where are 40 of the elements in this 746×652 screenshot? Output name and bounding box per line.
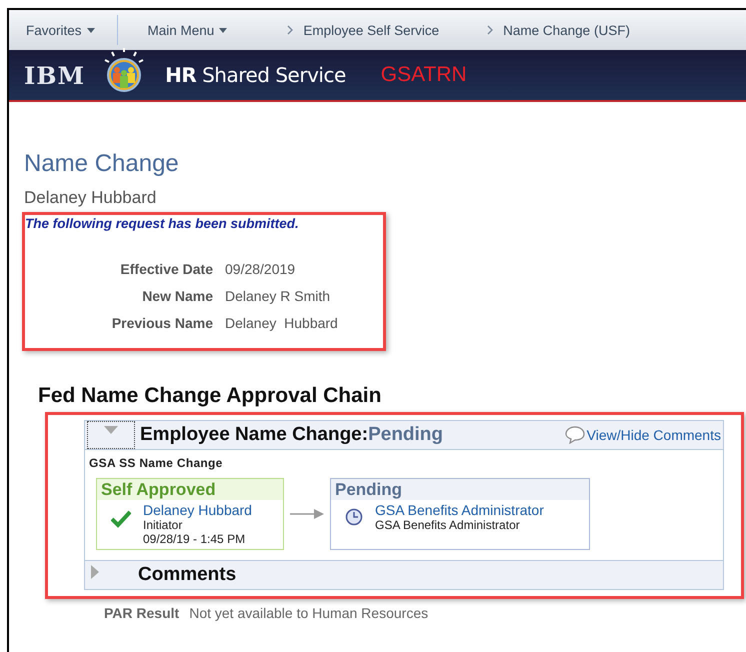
approval-status: Pending: [368, 424, 444, 446]
clock-icon: [345, 508, 363, 526]
step-status: Pending: [331, 479, 589, 500]
confirmation-message: The following request has been submitted.: [25, 216, 300, 231]
field-label: Previous Name: [110, 315, 213, 331]
logo: IBM: [24, 60, 86, 90]
chevron-icon: [287, 25, 294, 35]
chevron-icon: [487, 25, 494, 35]
menu-button[interactable]: Main Menu: [148, 22, 228, 38]
menu-button[interactable]: Favorites: [26, 22, 95, 38]
section-heading: Fed Name Change Approval Chain: [38, 384, 382, 408]
field-label: PAR Result: [104, 605, 180, 621]
field-value: Delaney Hubbard: [225, 315, 339, 331]
approver-link[interactable]: Delaney Hubbard: [143, 502, 252, 518]
field-value: Not yet available to Human Resources: [189, 605, 428, 621]
comments-heading: Comments: [138, 564, 236, 586]
step-status: Self Approved: [97, 479, 283, 500]
approver-role: GSA Benefits Administrator: [375, 518, 521, 532]
page-title: Name Change: [24, 150, 180, 178]
employee-name: Delaney Hubbard: [24, 188, 158, 208]
collapse-button[interactable]: [87, 421, 135, 449]
approver-link[interactable]: GSA Benefits Administrator: [375, 502, 544, 518]
approver-role: Initiator: [143, 518, 184, 532]
checkmark-icon: [111, 510, 131, 528]
approval-time: 09/28/19 - 1:45 PM: [143, 532, 246, 546]
field-label: Effective Date: [119, 261, 213, 277]
environment-label: GSATRN: [380, 63, 467, 87]
approval-title: Employee Name Change:: [140, 424, 368, 446]
chain-name: GSA SS Name Change: [89, 456, 224, 470]
caret-icon: [219, 28, 228, 32]
field-value: 09/28/2019: [225, 261, 296, 277]
arrow-icon: [290, 508, 324, 520]
breadcrumb-link[interactable]: Employee Self Service: [303, 22, 440, 38]
field-label: New Name: [141, 288, 213, 304]
speech-bubble-icon: [564, 426, 585, 444]
brand-title: HR Shared Service: [165, 63, 346, 87]
caret-icon: [86, 28, 95, 32]
breadcrumb-link[interactable]: Name Change (USF): [503, 22, 630, 38]
view-comments-link[interactable]: View/Hide Comments: [564, 426, 721, 444]
field-value: Delaney R Smith: [225, 288, 332, 304]
